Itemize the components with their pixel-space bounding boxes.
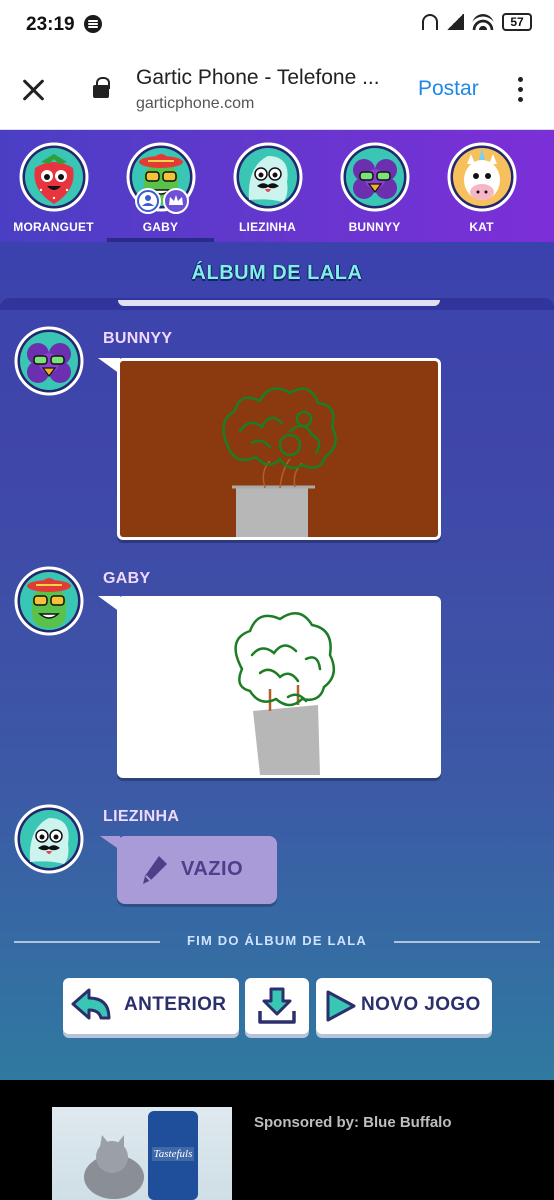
- strawberry-avatar-icon: [19, 142, 88, 212]
- page-url[interactable]: garticphone.com: [136, 95, 254, 113]
- wifi-icon: [472, 14, 494, 30]
- battery-icon: 57: [502, 13, 532, 31]
- product-name: Tastefuls: [154, 1148, 193, 1160]
- player-gaby[interactable]: GABY: [107, 130, 214, 242]
- more-options-icon[interactable]: [518, 77, 524, 103]
- back-arrow-icon: [71, 988, 111, 1020]
- download-button[interactable]: [245, 978, 309, 1034]
- spotify-icon: [84, 15, 102, 33]
- user-icon: [135, 188, 161, 214]
- download-icon: [258, 987, 296, 1024]
- purple-flower-avatar-icon: [340, 142, 409, 212]
- player-name: GABY: [142, 220, 179, 234]
- unicorn-avatar-icon: [447, 142, 516, 212]
- player-name: LIEZINHA: [239, 220, 296, 234]
- player-moranguet[interactable]: MORANGUET: [0, 130, 107, 242]
- entry-player-name: BUNNYY: [103, 330, 173, 347]
- previous-button[interactable]: ANTERIOR: [63, 978, 239, 1034]
- close-icon[interactable]: [20, 76, 48, 104]
- headphones-icon: [422, 14, 438, 30]
- purple-flower-avatar-icon: [14, 326, 84, 396]
- new-game-button-label: NOVO JOGO: [361, 994, 481, 1015]
- empty-label: VAZIO: [181, 858, 244, 880]
- player-kat[interactable]: KAT: [428, 130, 535, 242]
- play-icon: [326, 990, 356, 1022]
- signal-icon: [446, 14, 464, 30]
- page-title[interactable]: Gartic Phone - Telefone ...: [136, 66, 396, 90]
- browser-toolbar: Gartic Phone - Telefone ... garticphone.…: [0, 50, 554, 130]
- game-area: MORANGUET GABY LIEZINHA BUNNYY KAT ÁLBUM…: [0, 130, 554, 1080]
- cactus-sombrero-avatar-icon: [14, 566, 84, 636]
- lock-icon[interactable]: [93, 77, 110, 98]
- ghost-mustache-avatar-icon: [14, 804, 84, 874]
- divider-line: [394, 941, 540, 943]
- album-scroll-edge: [118, 300, 440, 306]
- players-bar: MORANGUET GABY LIEZINHA BUNNYY KAT: [0, 130, 554, 242]
- player-name: MORANGUET: [13, 220, 94, 234]
- drawing-card[interactable]: [117, 358, 441, 540]
- ad-image[interactable]: Tastefuls: [52, 1107, 232, 1200]
- ghost-mustache-avatar-icon: [233, 142, 302, 212]
- drawing-card[interactable]: [117, 596, 441, 778]
- entry-player-name: LIEZINHA: [103, 808, 180, 825]
- ad-banner[interactable]: Tastefuls Sponsored by: Blue Buffalo: [0, 1080, 554, 1200]
- drawing-canvas[interactable]: [120, 599, 438, 775]
- entry-player-name: GABY: [103, 570, 151, 587]
- album-title: ÁLBUM DE LALA: [191, 262, 363, 284]
- player-liezinha[interactable]: LIEZINHA: [214, 130, 321, 242]
- drawing-canvas[interactable]: [120, 361, 438, 537]
- postar-button[interactable]: Postar: [418, 77, 479, 101]
- pencil-icon: [143, 856, 167, 884]
- player-name: BUNNYY: [348, 220, 401, 234]
- status-time: 23:19: [26, 14, 75, 35]
- new-game-button[interactable]: NOVO JOGO: [316, 978, 492, 1034]
- empty-entry-card: VAZIO: [117, 836, 277, 904]
- player-name: KAT: [469, 220, 494, 234]
- ad-sponsor-text[interactable]: Sponsored by: Blue Buffalo: [254, 1114, 452, 1131]
- status-bar: 23:19 57: [0, 0, 554, 50]
- player-bunnyy[interactable]: BUNNYY: [321, 130, 428, 242]
- album-end-divider: FIM DO ÁLBUM DE LALA: [0, 930, 554, 954]
- status-icons: 57: [422, 13, 532, 31]
- previous-button-label: ANTERIOR: [124, 994, 227, 1015]
- crown-icon: [163, 188, 189, 214]
